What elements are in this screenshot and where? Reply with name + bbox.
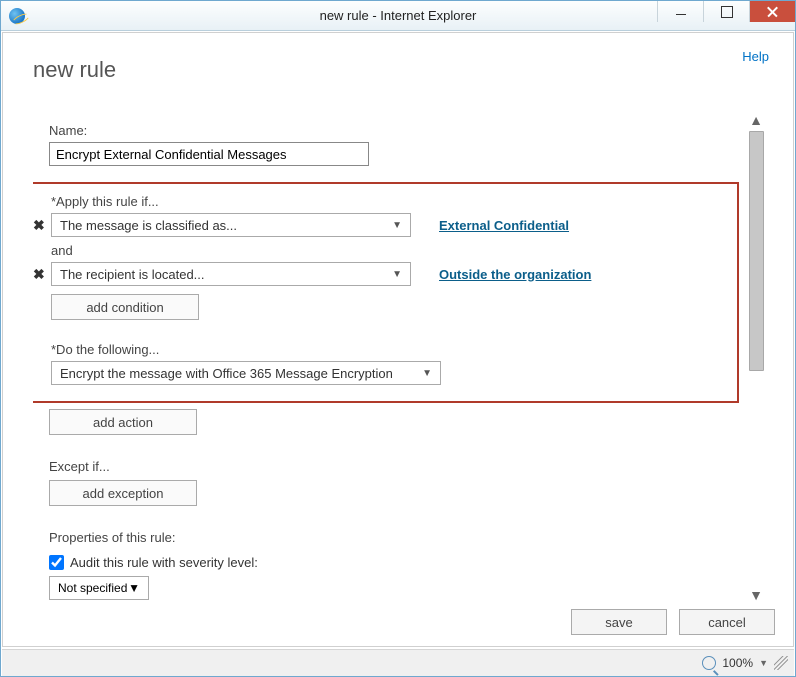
form-body: Name: *Apply this rule if... ✖ The messa… bbox=[49, 111, 739, 604]
severity-select[interactable]: Not specified ▼ bbox=[49, 576, 149, 600]
name-input[interactable] bbox=[49, 142, 369, 166]
scroll-area: ▲ ▼ Name: *Apply this rule if... ✖ The m… bbox=[33, 111, 765, 604]
condition-1-value[interactable]: External Confidential bbox=[439, 218, 569, 233]
close-button[interactable] bbox=[749, 1, 795, 22]
chevron-down-icon: ▼ bbox=[422, 368, 432, 379]
name-label: Name: bbox=[49, 123, 739, 138]
audit-checkbox[interactable] bbox=[49, 555, 64, 570]
maximize-button[interactable] bbox=[703, 1, 749, 22]
condition-2-value[interactable]: Outside the organization bbox=[439, 267, 591, 282]
save-button[interactable]: save bbox=[571, 609, 667, 635]
window-controls bbox=[657, 1, 795, 22]
audit-label: Audit this rule with severity level: bbox=[70, 555, 258, 570]
zoom-level: 100% bbox=[722, 656, 753, 670]
properties-label: Properties of this rule: bbox=[49, 530, 739, 545]
action-1-select[interactable]: Encrypt the message with Office 365 Mess… bbox=[51, 361, 441, 385]
remove-condition-1[interactable]: ✖ bbox=[33, 217, 47, 234]
condition-1-select[interactable]: The message is classified as... ▼ bbox=[51, 213, 411, 237]
zoom-icon[interactable] bbox=[702, 656, 716, 670]
and-text: and bbox=[51, 243, 723, 258]
resize-grip[interactable] bbox=[774, 656, 788, 670]
statusbar: 100% ▼ bbox=[2, 649, 794, 676]
highlight-box: *Apply this rule if... ✖ The message is … bbox=[33, 182, 739, 403]
page-title: new rule bbox=[33, 57, 116, 83]
help-link[interactable]: Help bbox=[742, 49, 769, 64]
condition-2-select[interactable]: The recipient is located... ▼ bbox=[51, 262, 411, 286]
zoom-caret-icon[interactable]: ▼ bbox=[759, 658, 768, 668]
do-following-label: *Do the following... bbox=[51, 342, 723, 357]
chevron-down-icon: ▼ bbox=[392, 269, 402, 280]
except-if-label: Except if... bbox=[49, 459, 739, 474]
window-titlebar: new rule - Internet Explorer bbox=[1, 1, 795, 31]
condition-2-text: The recipient is located... bbox=[60, 267, 205, 282]
chevron-down-icon: ▼ bbox=[128, 581, 140, 595]
minimize-button[interactable] bbox=[657, 1, 703, 22]
scroll-up-icon[interactable]: ▲ bbox=[747, 111, 765, 129]
add-action-button[interactable]: add action bbox=[49, 409, 197, 435]
scrollbar[interactable]: ▲ ▼ bbox=[747, 111, 765, 604]
add-condition-button[interactable]: add condition bbox=[51, 294, 199, 320]
action-1-text: Encrypt the message with Office 365 Mess… bbox=[60, 366, 393, 381]
remove-condition-2[interactable]: ✖ bbox=[33, 266, 47, 283]
add-exception-button[interactable]: add exception bbox=[49, 480, 197, 506]
chevron-down-icon: ▼ bbox=[392, 220, 402, 231]
severity-value: Not specified bbox=[58, 581, 127, 595]
condition-1-text: The message is classified as... bbox=[60, 218, 237, 233]
bottom-bar: save cancel bbox=[571, 597, 775, 647]
scroll-thumb[interactable] bbox=[749, 131, 764, 371]
apply-if-label: *Apply this rule if... bbox=[51, 194, 723, 209]
cancel-button[interactable]: cancel bbox=[679, 609, 775, 635]
